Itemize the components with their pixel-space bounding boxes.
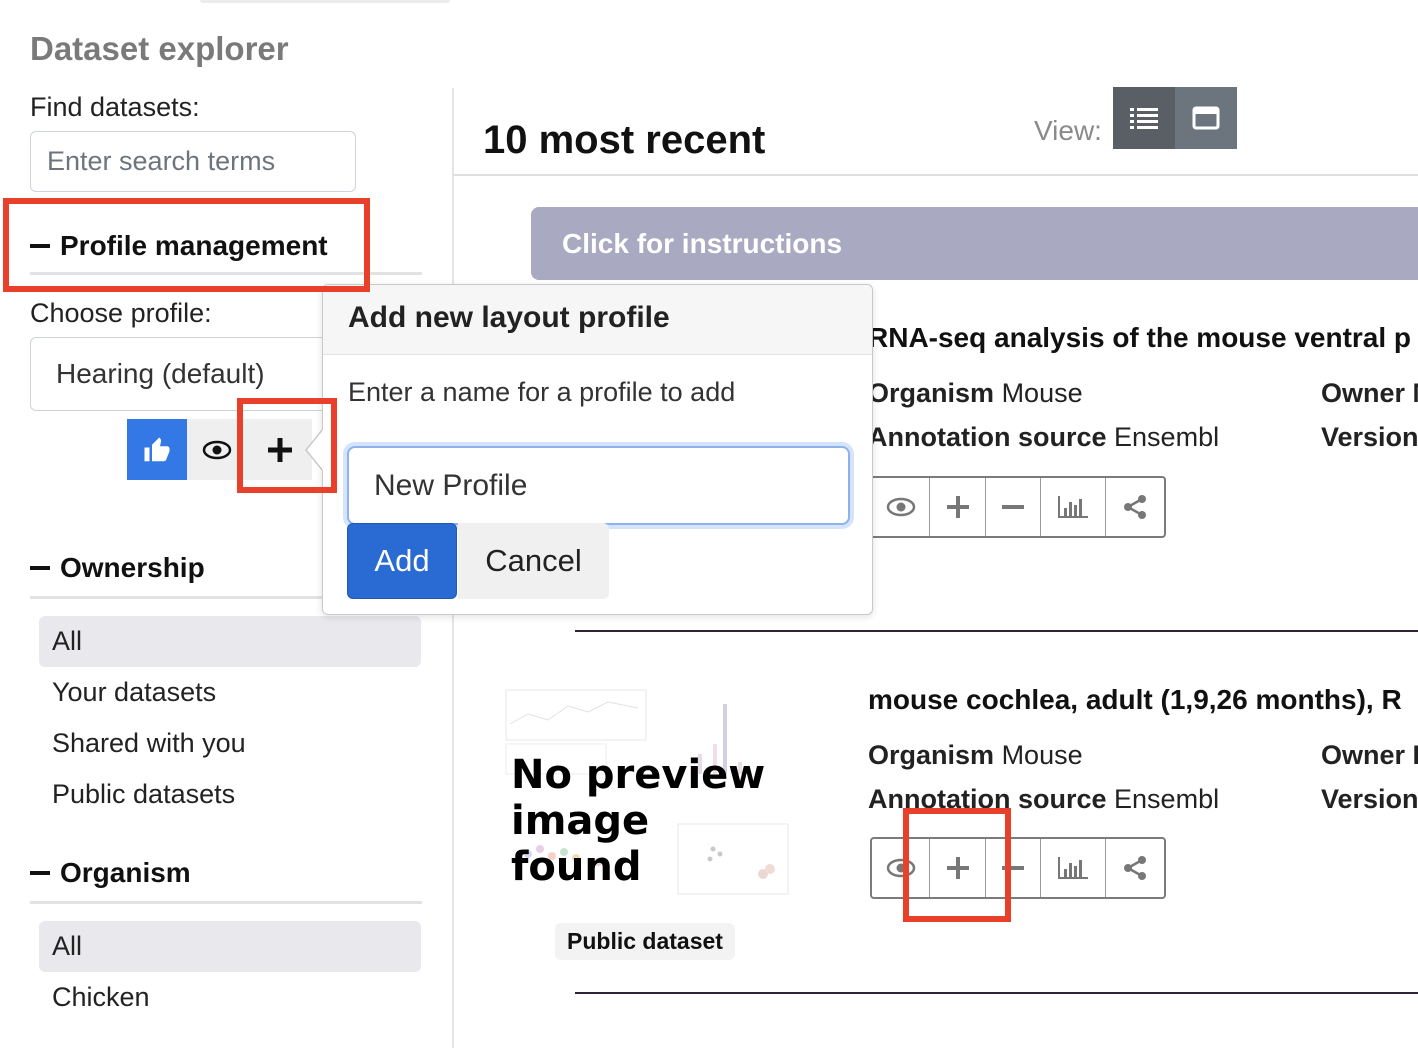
owner-label: Owner [1321, 378, 1406, 408]
list-view-button[interactable] [1113, 87, 1175, 149]
like-profile-button[interactable] [127, 419, 187, 480]
app-title: Dataset explorer [30, 30, 289, 67]
card-view-button[interactable] [1175, 87, 1237, 149]
highlight-add-dataset-button [903, 808, 1011, 922]
dataset-title[interactable]: mouse cochlea, adult (1,9,26 months), R [868, 684, 1402, 716]
plus-icon [946, 496, 969, 518]
share-icon [1124, 495, 1146, 519]
ownership-label: Ownership [60, 552, 205, 583]
organism-label: Organism [868, 740, 995, 770]
eye-icon [202, 440, 232, 459]
owner-value: M [1413, 378, 1418, 408]
choose-profile-label: Choose profile: [30, 298, 212, 328]
search-input[interactable] [30, 131, 356, 192]
share-dataset-button[interactable] [1106, 839, 1164, 897]
organism-value: Mouse [1001, 378, 1083, 408]
owner-value: D [1413, 740, 1418, 770]
organism-filter-list: All Chicken [39, 921, 421, 1023]
dataset-title[interactable]: RNA-seq analysis of the mouse ventral p [868, 322, 1411, 354]
bar-chart-icon [1058, 857, 1088, 879]
bar-chart-icon [1058, 496, 1088, 518]
window-icon [1192, 106, 1220, 130]
ownership-item-your-datasets[interactable]: Your datasets [39, 667, 421, 718]
dataset-organism: Organism Mouse [868, 378, 1083, 409]
analyze-dataset-button[interactable] [1041, 839, 1106, 897]
popover-instruction: Enter a name for a profile to add [348, 377, 736, 407]
share-icon [1124, 856, 1146, 880]
selected-profile: Hearing (default) [56, 358, 265, 389]
ownership-item-all[interactable]: All [39, 616, 421, 667]
annotation-value: Ensembl [1114, 422, 1220, 452]
dataset-separator [575, 630, 1418, 632]
ownership-filter-list: All Your datasets Shared with you Public… [39, 616, 421, 820]
thumbs-up-icon [144, 437, 170, 461]
ownership-header[interactable]: Ownership [30, 552, 205, 584]
header-divider [453, 174, 1418, 176]
remove-dataset-button[interactable] [986, 478, 1041, 536]
dataset-organism: Organism Mouse [868, 740, 1083, 771]
view-dataset-button[interactable] [872, 478, 930, 536]
dataset-annotation: Annotation source Ensembl [868, 422, 1219, 453]
annotation-value: Ensembl [1114, 784, 1220, 814]
owner-label: Owner [1321, 740, 1406, 770]
dataset-version: Version [1321, 784, 1418, 815]
dataset-separator [575, 992, 1418, 994]
top-shadow [200, 0, 450, 3]
popover-title: Add new layout profile [323, 285, 872, 355]
view-label: View: [1034, 115, 1102, 146]
section-divider [30, 901, 422, 904]
collapse-minus-icon [30, 566, 50, 570]
version-label: Version [1321, 422, 1418, 452]
list-icon [1130, 108, 1158, 129]
results-heading: 10 most recent [483, 118, 766, 162]
dataset-toolbar [870, 476, 1166, 538]
organism-label: Organism [60, 857, 191, 888]
annotation-label: Annotation source [868, 422, 1107, 452]
organism-header[interactable]: Organism [30, 857, 191, 889]
instructions-toggle[interactable]: Click for instructions [531, 207, 1418, 280]
add-profile-popover: Add new layout profile Enter a name for … [322, 284, 873, 615]
collapse-minus-icon [30, 871, 50, 875]
version-label: Version [1321, 784, 1418, 814]
find-datasets-label: Find datasets: [30, 92, 200, 122]
add-dataset-button[interactable] [930, 478, 986, 536]
dataset-owner: Owner M [1321, 378, 1418, 409]
organism-value: Mouse [1001, 740, 1083, 770]
analyze-dataset-button[interactable] [1041, 478, 1106, 536]
share-dataset-button[interactable] [1106, 478, 1164, 536]
ownership-item-public[interactable]: Public datasets [39, 769, 421, 820]
organism-item-chicken[interactable]: Chicken [39, 972, 421, 1023]
add-button[interactable]: Add [347, 523, 457, 599]
dataset-version: Version [1321, 422, 1418, 453]
ownership-item-shared[interactable]: Shared with you [39, 718, 421, 769]
no-preview-text: No preview image found [511, 752, 766, 890]
minus-icon [1002, 505, 1024, 509]
highlight-profile-management [3, 198, 370, 292]
profile-name-input[interactable] [347, 446, 850, 525]
highlight-add-profile-button [237, 398, 337, 493]
public-dataset-badge: Public dataset [555, 923, 735, 960]
eye-icon [886, 497, 915, 517]
cancel-button[interactable]: Cancel [458, 523, 609, 599]
organism-item-all[interactable]: All [39, 921, 421, 972]
organism-label: Organism [868, 378, 995, 408]
dataset-owner: Owner D [1321, 740, 1418, 771]
